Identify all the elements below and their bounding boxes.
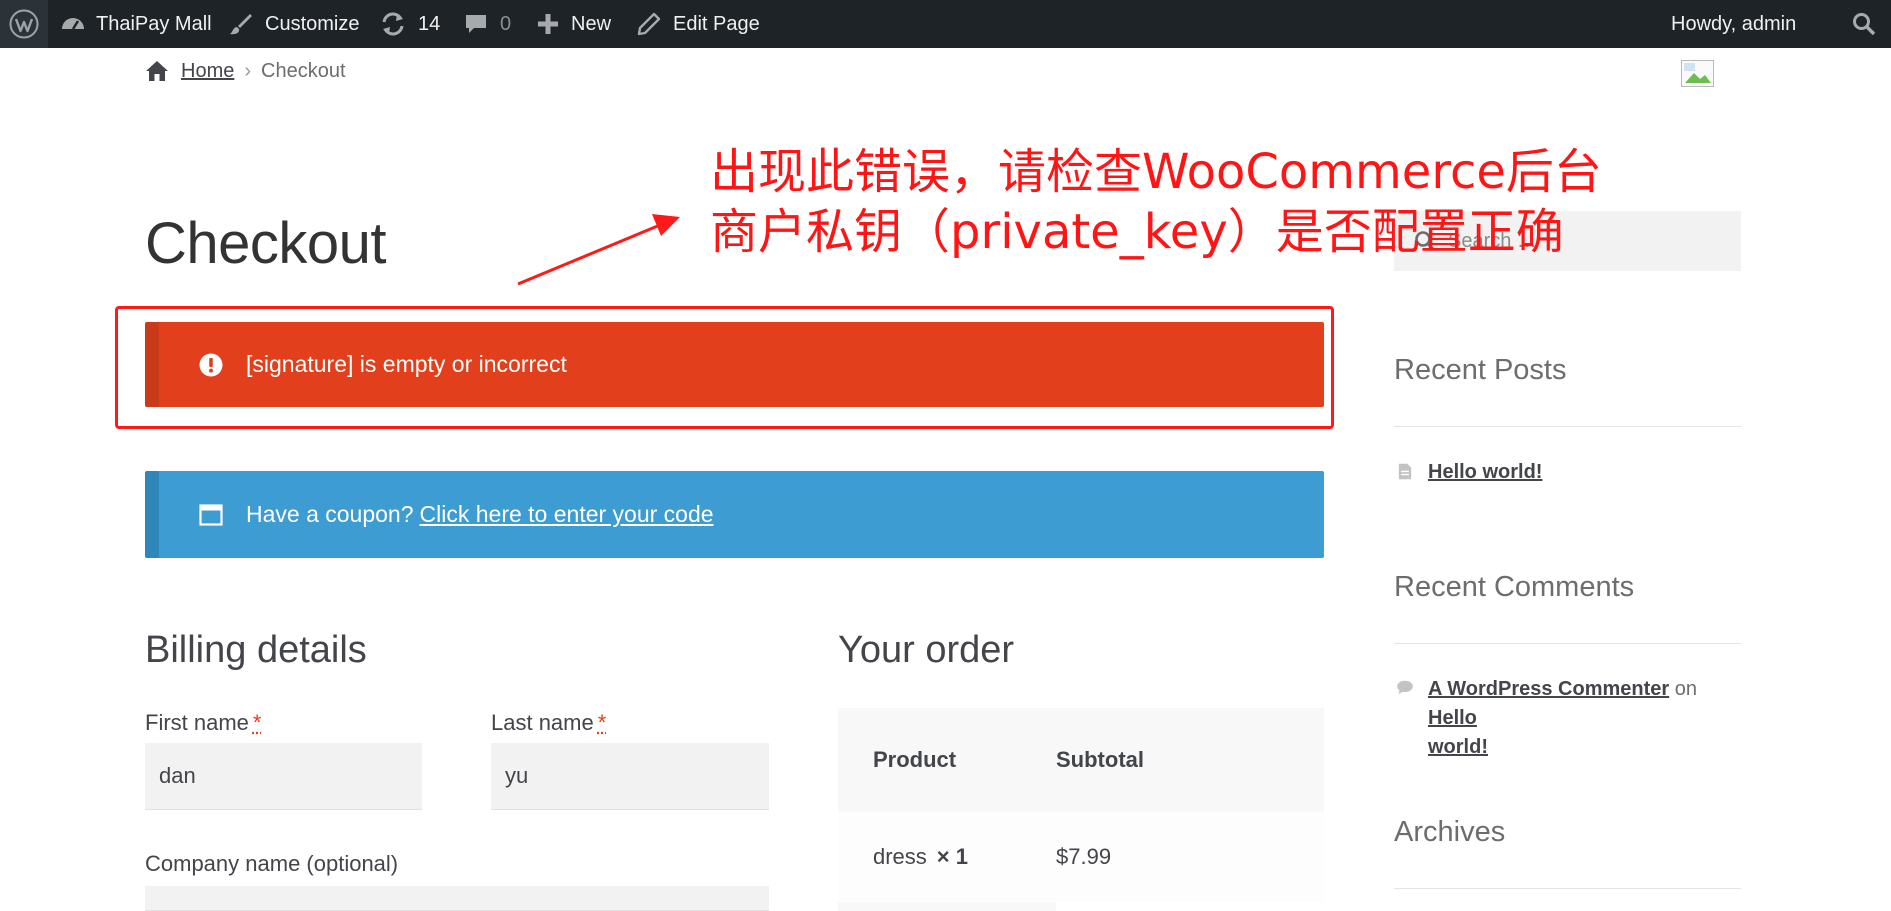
breadcrumb-current: Checkout [261, 59, 346, 82]
comment-bubble-icon [1397, 680, 1413, 695]
recent-post-link[interactable]: Hello world! [1428, 458, 1542, 487]
table-row: dress × 1 $7.99 [838, 812, 1324, 902]
updates-count: 14 [418, 12, 441, 35]
comment-author-link[interactable]: A WordPress Commenter [1428, 678, 1669, 700]
first-name-label-text: First name [145, 710, 249, 735]
edit-page-label: Edit Page [673, 12, 760, 35]
archives-title: Archives [1394, 816, 1506, 848]
breadcrumb: Home › Checkout [145, 58, 346, 84]
order-table-next-row [838, 902, 1056, 911]
coupon-notice: Have a coupon? Click here to enter your … [145, 471, 1324, 558]
divider [1394, 643, 1741, 644]
annotation-highlight-box [115, 306, 1334, 429]
coupon-prefix: Have a coupon? [246, 501, 414, 527]
site-name: ThaiPay Mall [96, 12, 212, 35]
search-icon [1853, 13, 1876, 36]
annotation-line-1: 出现此错误，请检查WooCommerce后台 [710, 144, 1602, 200]
page-title: Checkout [145, 211, 387, 276]
dashboard-icon [62, 18, 84, 30]
wordpress-logo-icon[interactable] [0, 0, 48, 48]
required-mark: * [252, 710, 262, 735]
site-name-menu[interactable]: ThaiPay Mall [60, 0, 212, 48]
pencil-icon [637, 12, 661, 36]
comments-link[interactable]: 0 [464, 0, 511, 48]
comment-on-text: on [1674, 678, 1697, 700]
updates-icon [382, 12, 404, 36]
customize-label: Customize [265, 12, 360, 35]
updates-link[interactable]: 14 [380, 0, 440, 48]
product-cell: dress × 1 [838, 844, 1056, 870]
window-icon [199, 503, 223, 526]
annotation-text: 出现此错误，请检查WooCommerce后台 商户私钥（private_key）… [710, 142, 1602, 262]
product-name: dress [873, 844, 927, 869]
comments-count: 0 [500, 12, 512, 35]
comment-post-link-continued[interactable]: world! [1428, 736, 1488, 758]
howdy-greeting: Howdy, admin [1671, 12, 1797, 35]
admin-bar: ThaiPay Mall Customize 14 0 New Edit Pag… [0, 0, 1891, 48]
new-label: New [571, 12, 612, 35]
product-quantity: × 1 [936, 844, 968, 869]
recent-comment-text: A WordPress Commenter on Hello world! [1428, 675, 1741, 762]
edit-page-link[interactable]: Edit Page [637, 0, 760, 48]
comment-post-link[interactable]: Hello [1428, 707, 1477, 729]
breadcrumb-separator: › [244, 59, 252, 82]
subtotal-column-header: Subtotal [1056, 747, 1144, 772]
recent-comments-title: Recent Comments [1394, 571, 1635, 603]
first-name-field[interactable]: dan [145, 743, 422, 810]
last-name-field[interactable]: yu [491, 743, 769, 810]
customize-link[interactable]: Customize [229, 0, 359, 48]
order-table-header: Product Subtotal [838, 708, 1324, 812]
document-icon [1398, 463, 1412, 480]
plus-icon [538, 14, 558, 34]
recent-post-item: Hello world! [1394, 458, 1542, 487]
order-heading: Your order [838, 629, 1015, 671]
account-menu[interactable]: Howdy, admin [1671, 0, 1796, 48]
product-column-header: Product [873, 747, 957, 772]
required-mark: * [597, 710, 607, 735]
divider [1394, 888, 1741, 889]
divider [1394, 426, 1741, 427]
recent-comment-item: A WordPress Commenter on Hello world! [1394, 675, 1741, 762]
product-subtotal: $7.99 [1056, 844, 1112, 869]
last-name-label-text: Last name [491, 710, 594, 735]
breadcrumb-home-link[interactable]: Home [181, 60, 234, 83]
new-content-link[interactable]: New [537, 0, 611, 48]
recent-posts-title: Recent Posts [1394, 354, 1567, 386]
home-icon [146, 61, 168, 81]
billing-heading: Billing details [145, 629, 367, 671]
first-name-label: First name * [145, 710, 261, 736]
coupon-link[interactable]: Click here to enter your code [420, 501, 714, 528]
last-name-value: yu [505, 763, 529, 788]
company-label: Company name (optional) [145, 851, 399, 876]
paintbrush-icon [230, 14, 252, 35]
admin-search-button[interactable] [1852, 0, 1876, 48]
company-field[interactable] [145, 886, 769, 911]
first-name-value: dan [159, 763, 196, 788]
broken-image-icon [1681, 60, 1714, 87]
order-table: Product Subtotal dress × 1 $7.99 [838, 708, 1324, 902]
annotation-line-2: 商户私钥（private_key）是否配置正确 [710, 204, 1564, 260]
last-name-label: Last name * [491, 710, 606, 736]
comment-bubble-icon [466, 15, 486, 33]
